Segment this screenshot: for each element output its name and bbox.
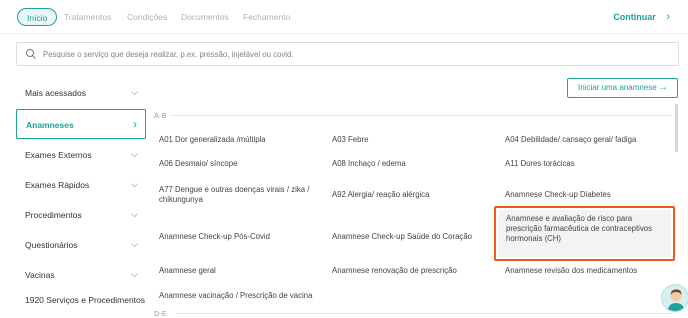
- scrollbar[interactable]: [675, 104, 678, 152]
- service-item[interactable]: Anamnese Check-up Saúde do Coração: [332, 232, 472, 242]
- search-icon: [26, 49, 36, 59]
- sidebar-item-label: Questionários: [25, 240, 78, 250]
- service-item[interactable]: Anamnese renovação de prescrição: [332, 266, 457, 276]
- tab-tratamentos[interactable]: Tratamentos: [64, 8, 111, 26]
- person-icon: [667, 289, 685, 311]
- sidebar-item-questionarios[interactable]: Questionários ⌵: [16, 238, 146, 252]
- service-item[interactable]: Anamnese geral: [159, 266, 216, 276]
- section-label: D-E: [154, 309, 167, 318]
- arrow-right-icon: →: [658, 82, 668, 93]
- sidebar-item-label: Exames Externos: [25, 150, 92, 160]
- section-divider: [176, 313, 672, 314]
- service-item[interactable]: A06 Desmaio/ síncope: [159, 159, 237, 169]
- start-anamnesis-label: Iniciar uma anamnese: [578, 83, 657, 92]
- sidebar-item-label: Anamneses: [26, 120, 74, 130]
- chevron-down-icon: ⌵: [131, 269, 138, 279]
- tab-inicio[interactable]: Início: [17, 8, 58, 26]
- chevron-right-icon: ›: [666, 11, 670, 23]
- section-divider: [172, 115, 672, 116]
- service-item[interactable]: Anamnese Check-up Pós-Covid: [159, 232, 270, 242]
- service-item[interactable]: A92 Alergia/ reação alérgica: [332, 190, 430, 200]
- chevron-down-icon: ⌵: [131, 149, 138, 159]
- service-item[interactable]: A77 Dengue e outras doenças virais / zik…: [159, 185, 319, 205]
- chevron-right-icon: ›: [133, 117, 137, 131]
- service-item[interactable]: A08 Inchaço / edema: [332, 159, 406, 169]
- sidebar-item-label: Mais acessados: [25, 88, 86, 98]
- sidebar-item-exames-externos[interactable]: Exames Externos ⌵: [16, 148, 146, 162]
- sidebar-item-label: Procedimentos: [25, 210, 82, 220]
- sidebar-item-anamneses[interactable]: Anamneses ›: [16, 109, 146, 139]
- tab-fechamento[interactable]: Fechamento: [243, 8, 290, 26]
- service-item[interactable]: A04 Debilidade/ cansaço geral/ fadiga: [505, 135, 636, 145]
- service-item[interactable]: A11 Dores torácicas: [505, 159, 575, 169]
- continue-label: Continuar: [613, 12, 656, 22]
- sidebar-item-servicos-procedimentos[interactable]: 1920 Serviços e Procedimentos: [16, 293, 146, 307]
- chevron-down-icon: ⌵: [131, 87, 138, 97]
- service-item[interactable]: Anamnese revisão dos medicamentos: [505, 266, 637, 276]
- sidebar-item-label: 1920 Serviços e Procedimentos: [25, 295, 146, 305]
- continue-button[interactable]: Continuar ›: [613, 8, 670, 26]
- sidebar-item-label: Exames Rápidos: [25, 180, 90, 190]
- sidebar-item-mais-acessados[interactable]: Mais acessados ⌵: [16, 86, 146, 100]
- chevron-down-icon: ⌵: [131, 239, 138, 249]
- service-item[interactable]: A03 Febre: [332, 135, 368, 145]
- sidebar-item-exames-rapidos[interactable]: Exames Rápidos ⌵: [16, 178, 146, 192]
- top-tab-bar: Início Tratamentos Condições Documentos …: [0, 0, 688, 34]
- sidebar-item-procedimentos[interactable]: Procedimentos ⌵: [16, 208, 146, 222]
- chevron-down-icon: ⌵: [131, 209, 138, 219]
- section-label: A-B: [154, 111, 167, 120]
- tab-condicoes[interactable]: Condições: [127, 8, 167, 26]
- highlight-frame: [494, 206, 675, 261]
- service-item[interactable]: Anamnese Check-up Diabetes: [505, 190, 611, 200]
- service-item[interactable]: A01 Dor generalizada /múltipla: [159, 135, 266, 145]
- search-input[interactable]: [43, 45, 663, 63]
- start-anamnesis-button[interactable]: Iniciar uma anamnese →: [567, 78, 678, 98]
- chevron-down-icon: ⌵: [131, 179, 138, 189]
- sidebar-item-label: Vacinas: [25, 270, 55, 280]
- service-item[interactable]: Anamnese vacinação / Prescrição de vacin…: [159, 291, 312, 301]
- tab-documentos[interactable]: Documentos: [181, 8, 229, 26]
- sidebar-item-vacinas[interactable]: Vacinas ⌵: [16, 268, 146, 282]
- service-search: [16, 42, 679, 66]
- support-avatar[interactable]: [661, 284, 688, 312]
